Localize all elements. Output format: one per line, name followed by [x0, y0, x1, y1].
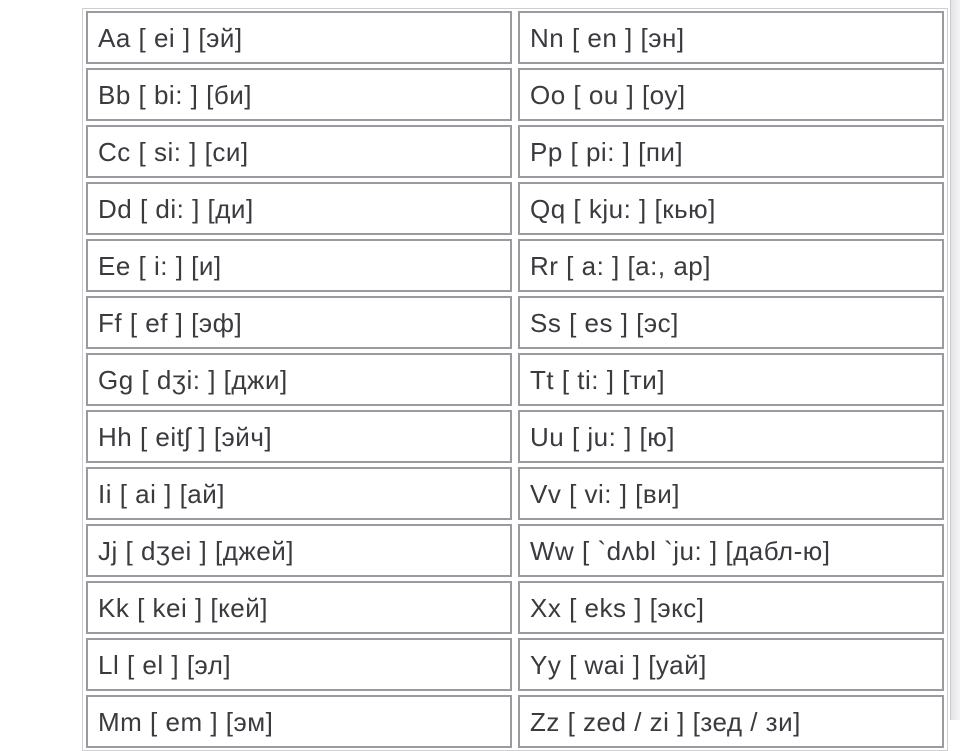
alphabet-column-right: Nn [ en ] [эн] Oo [ ou ] [оу] Pp [ pi: ]… — [515, 9, 947, 750]
table-row: Bb [ bi: ] [би] — [86, 68, 512, 121]
content-area: Aa [ ei ] [эй] Bb [ bi: ] [би] Cc [ si: … — [82, 8, 948, 751]
table-row: Qq [ kju: ] [кью] — [518, 182, 944, 235]
table-row: Jj [ dʒei ] [джей] — [86, 524, 512, 577]
alphabet-column-left: Aa [ ei ] [эй] Bb [ bi: ] [би] Cc [ si: … — [83, 9, 515, 750]
table-row: Kk [ kei ] [кей] — [86, 581, 512, 634]
table-row: Dd [ di: ] [ди] — [86, 182, 512, 235]
table-row: Ww [ `dʌbl `ju: ] [дабл-ю] — [518, 524, 944, 577]
table-row: Ee [ i: ] [и] — [86, 239, 512, 292]
table-row: Rr [ a: ] [а:, ар] — [518, 239, 944, 292]
table-row: Yy [ wai ] [уай] — [518, 638, 944, 691]
page-container: Aa [ ei ] [эй] Bb [ bi: ] [би] Cc [ si: … — [0, 0, 960, 720]
table-row: Tt [ ti: ] [ти] — [518, 353, 944, 406]
table-row: Vv [ vi: ] [ви] — [518, 467, 944, 520]
alphabet-table: Aa [ ei ] [эй] Bb [ bi: ] [би] Cc [ si: … — [83, 9, 947, 750]
table-row: Zz [ zed / zi ] [зед / зи] — [518, 695, 944, 748]
table-row: Ss [ es ] [эс] — [518, 296, 944, 349]
table-row: Pp [ pi: ] [пи] — [518, 125, 944, 178]
table-row: Ff [ ef ] [эф] — [86, 296, 512, 349]
table-row: Uu [ ju: ] [ю] — [518, 410, 944, 463]
table-row: Cc [ si: ] [си] — [86, 125, 512, 178]
table-row: Oo [ ou ] [оу] — [518, 68, 944, 121]
table-row: Mm [ em ] [эм] — [86, 695, 512, 748]
table-row: Gg [ dʒi: ] [джи] — [86, 353, 512, 406]
table-row: Ll [ el ] [эл] — [86, 638, 512, 691]
table-row: Hh [ eitʃ ] [эйч] — [86, 410, 512, 463]
vertical-scrollbar[interactable] — [950, 0, 960, 720]
table-row: Aa [ ei ] [эй] — [86, 11, 512, 64]
table-row: Nn [ en ] [эн] — [518, 11, 944, 64]
table-row: Xx [ eks ] [экс] — [518, 581, 944, 634]
table-row: Ii [ ai ] [ай] — [86, 467, 512, 520]
